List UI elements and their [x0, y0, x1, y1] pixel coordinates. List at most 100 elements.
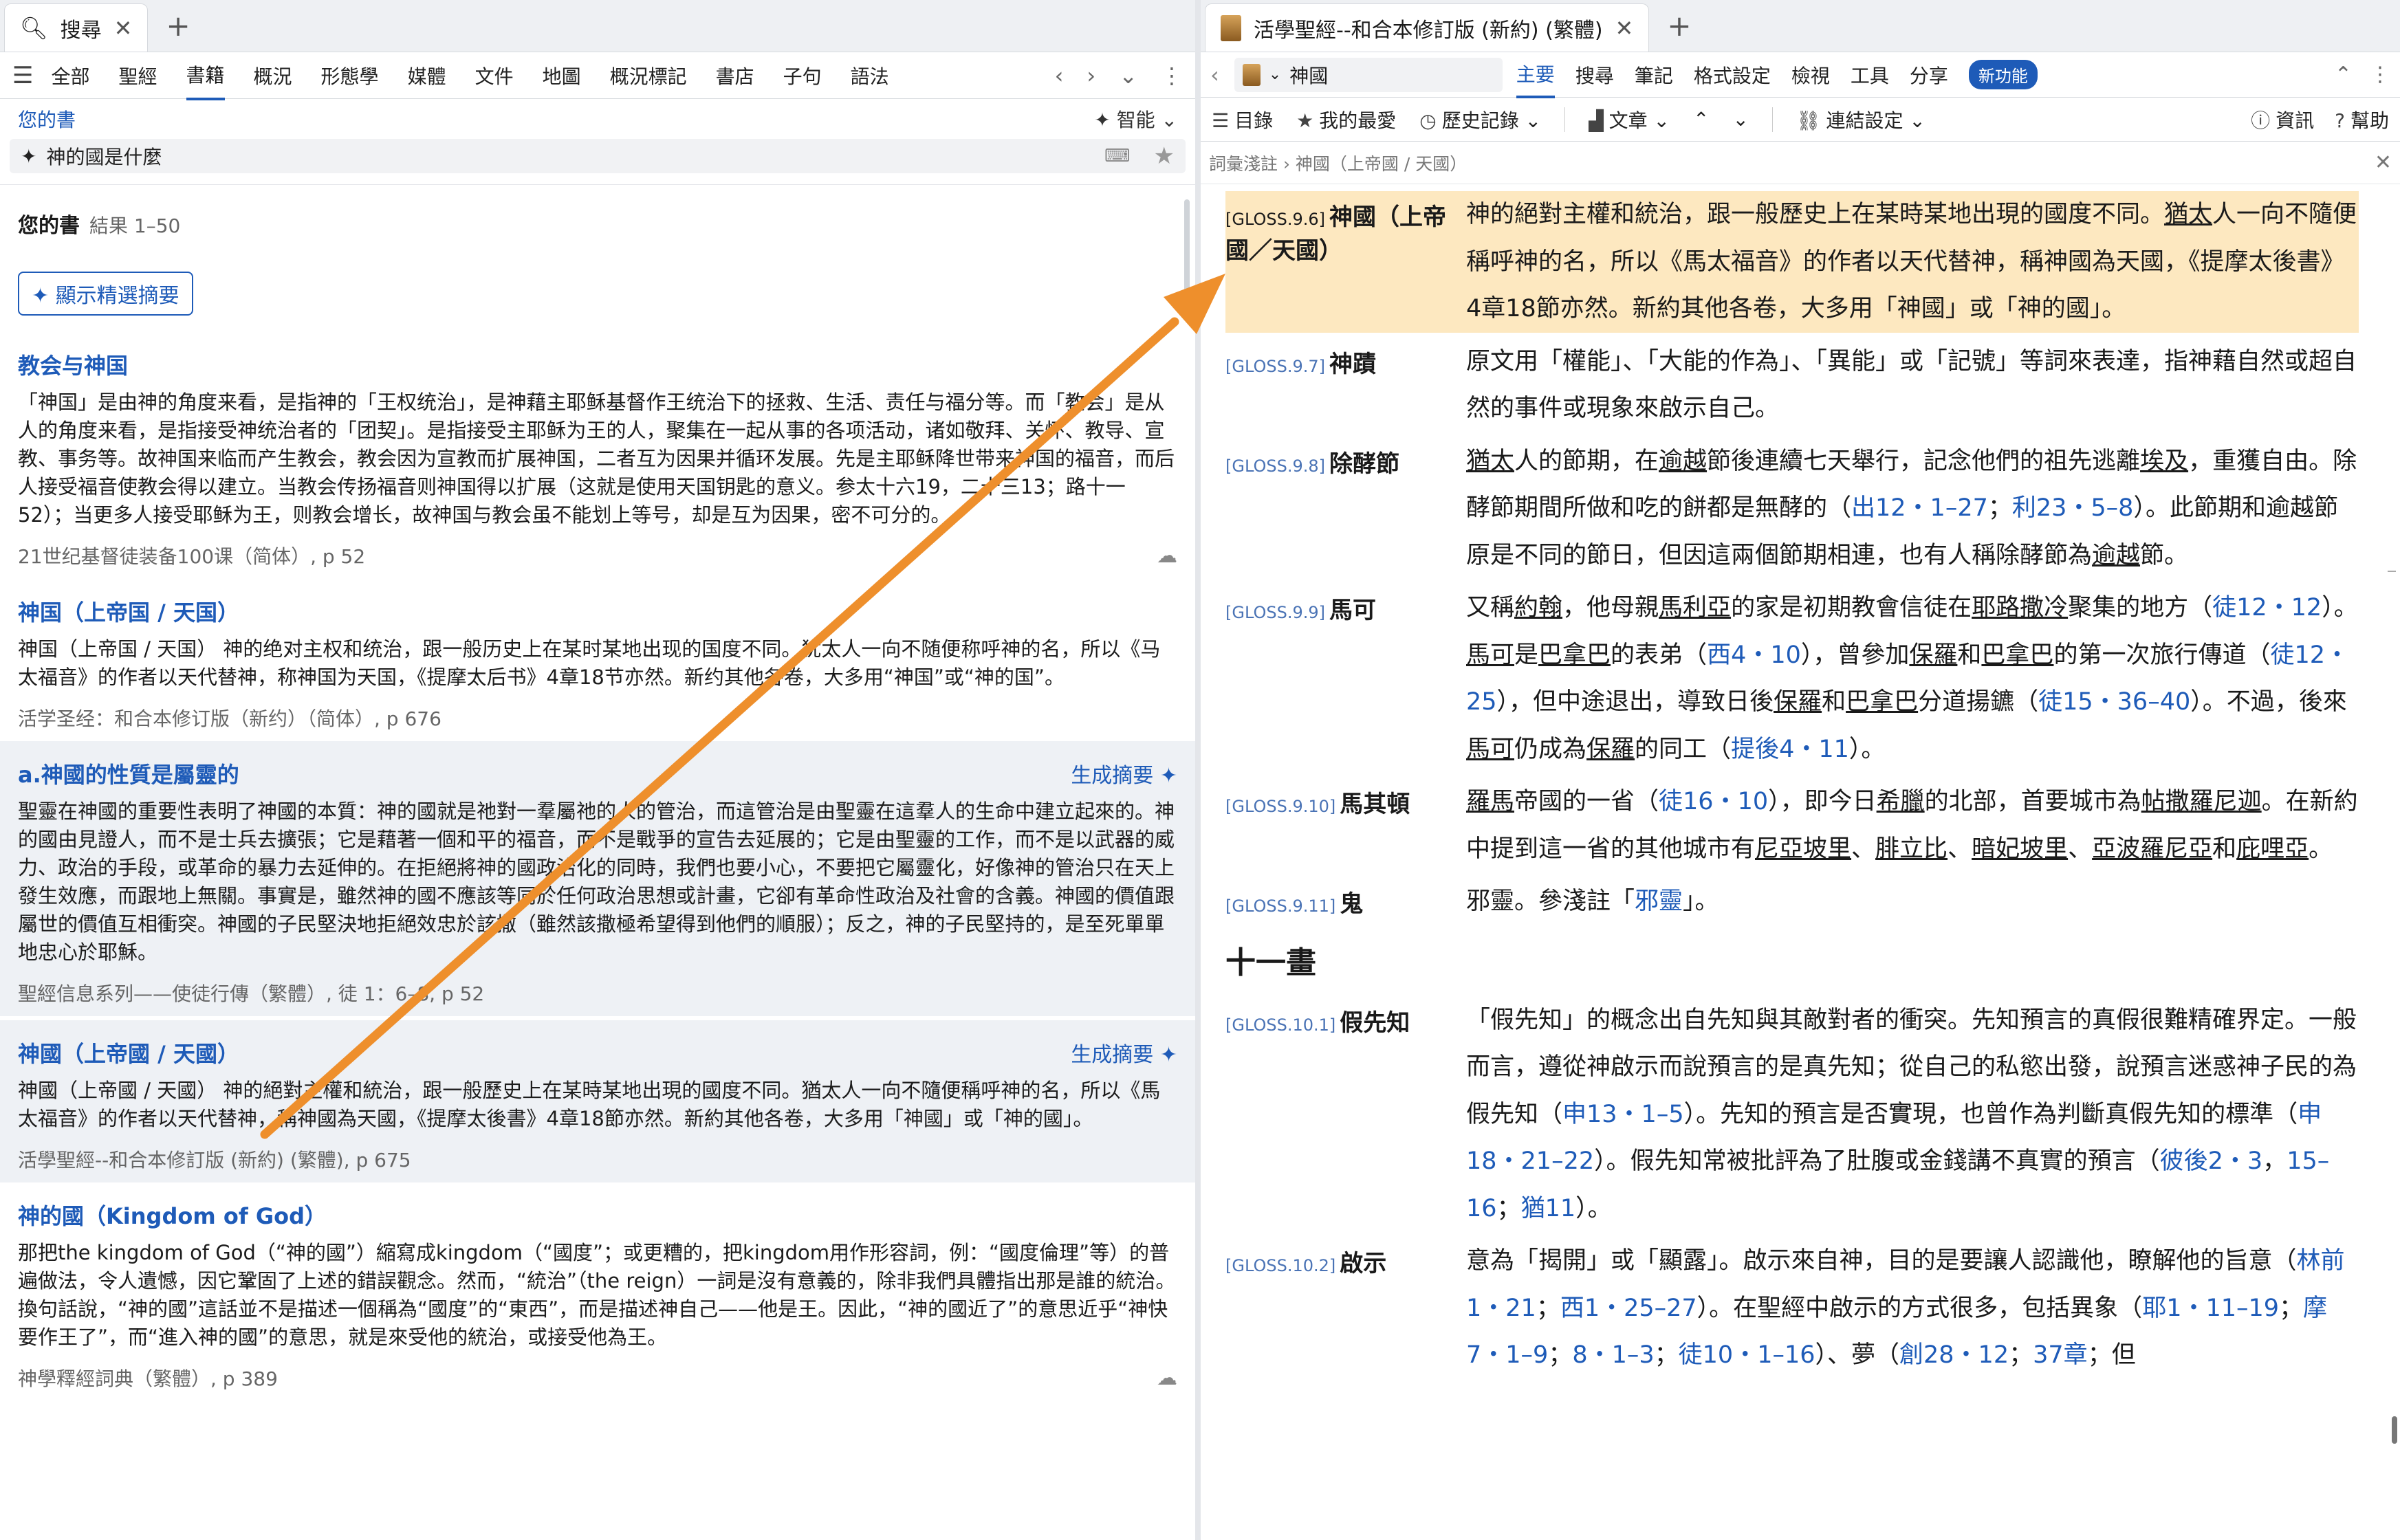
show-summary-label: 顯示精選摘要 — [55, 284, 179, 308]
entry-code[interactable]: [GLOSS.9.11] — [1225, 896, 1335, 916]
tab-search[interactable]: 搜尋 — [1575, 53, 1614, 97]
back-icon[interactable]: ‹ — [1210, 62, 1219, 88]
nav-bible[interactable]: 聖經 — [119, 52, 157, 99]
scrollbar[interactable] — [1184, 199, 1190, 309]
link-settings-button[interactable]: ⛓ 連結設定 ⌄ — [1796, 106, 1926, 133]
close-icon[interactable]: ✕ — [2375, 151, 2392, 175]
smart-search-toggle[interactable]: ✦ 智能 ⌄ — [1094, 105, 1177, 133]
help-label: 幫助 — [2350, 109, 2389, 132]
tab-book[interactable]: 活學聖經--和合本修訂版 (新約) (繁體) ✕ — [1205, 3, 1650, 52]
book-pane: 活學聖經--和合本修訂版 (新約) (繁體) ✕ + ‹ ⌄ 神國 主要 搜尋 … — [1201, 0, 2400, 1540]
chevron-down-icon[interactable]: ⌄ — [1732, 108, 1748, 131]
entry-heading: [GLOSS.9.7] 神蹟 — [1225, 338, 1466, 432]
tab-tools[interactable]: 工具 — [1851, 53, 1889, 97]
close-icon[interactable]: ✕ — [114, 15, 133, 41]
nav-overview[interactable]: 概況 — [254, 52, 292, 99]
result-source: 活学圣经：和合本修订版（新约）（简体）, p 676 — [18, 704, 1177, 732]
new-tab-icon[interactable]: + — [166, 9, 190, 43]
pane-divider[interactable] — [1195, 0, 1201, 1540]
close-icon[interactable]: ✕ — [1615, 15, 1634, 41]
search-result: 神国（上帝国 / 天国） 神国（上帝国 / 天国） 神的绝对主权和统治，跟一般历… — [0, 579, 1195, 741]
result-title[interactable]: 教会与神国 — [18, 349, 1177, 380]
result-title[interactable]: 神國（上帝國 / 天國） — [18, 1037, 239, 1068]
text-button[interactable]: ▟ 文章 ⌄ — [1589, 106, 1670, 133]
entry-code[interactable]: [GLOSS.9.6] — [1225, 210, 1325, 229]
entry-code[interactable]: [GLOSS.9.7] — [1225, 357, 1325, 376]
tab-view[interactable]: 檢視 — [1791, 53, 1830, 97]
tab-search[interactable]: 🔍︎ 搜尋 ✕ — [4, 3, 149, 52]
new-tab-icon[interactable]: + — [1667, 9, 1691, 43]
nav-store[interactable]: 書店 — [716, 52, 754, 99]
entry-text: 邪靈。參淺註「邪靈」。 — [1466, 888, 1719, 915]
nav-syntax[interactable]: 語法 — [851, 52, 889, 99]
left-tabbar: 🔍︎ 搜尋 ✕ + — [0, 0, 1195, 52]
nav-media[interactable]: 媒體 — [408, 52, 446, 99]
help-button[interactable]: ? 幫助 — [2335, 106, 2389, 133]
breadcrumb-text[interactable]: 詞彙淺註 › 神國（上帝國 / 天國） — [1209, 151, 1467, 175]
result-source-text[interactable]: 21世纪基督徒装备100课（简体）, p 52 — [18, 542, 365, 569]
chevron-down-icon[interactable]: ⌄ — [1269, 66, 1281, 83]
star-icon[interactable]: ★ — [1154, 142, 1175, 170]
entry-code[interactable]: [GLOSS.9.10] — [1225, 797, 1335, 816]
nav-books[interactable]: 書籍 — [186, 51, 225, 100]
result-source-text[interactable]: 神學釋經詞典（繁體）, p 389 — [18, 1364, 278, 1392]
entry-code[interactable]: [GLOSS.9.9] — [1225, 603, 1325, 622]
more-icon[interactable]: ⋮ — [2370, 63, 2390, 87]
nav-overview-tags[interactable]: 概況標記 — [610, 52, 687, 99]
show-summary-button[interactable]: ✦ 顯示精選摘要 — [18, 272, 193, 316]
chevron-down-icon[interactable]: ⌄ — [1119, 63, 1137, 89]
entry-code[interactable]: [GLOSS.10.1] — [1225, 1015, 1335, 1035]
entry-text: 又稱約翰，他母親馬利亞的家是初期教會信徒在耶路撒冷聚集的地方（徒12・12）。馬… — [1466, 594, 2358, 763]
your-books-link[interactable]: 您的書 — [18, 105, 76, 133]
keyboard-icon[interactable]: ⌨ — [1104, 146, 1131, 166]
search-result: a.神國的性質是屬靈的 生成摘要 ✦ 聖靈在神國的重要性表明了神國的本質：神的國就… — [0, 741, 1195, 1016]
chevron-right-icon[interactable]: › — [1087, 63, 1095, 89]
chevron-up-icon[interactable]: ⌃ — [1693, 108, 1709, 131]
book-subtoolbar: ☰ 目錄 ★ 我的最愛 ◷ 歷史記錄 ⌄ ▟ 文章 ⌄ ⌃ ⌄ ⛓ 連結設定 ⌄ ⓘ 資訊 … — [1201, 98, 2400, 142]
tab-main[interactable]: 主要 — [1516, 52, 1555, 98]
result-source-text[interactable]: 活学圣经：和合本修订版（新约）（简体）, p 676 — [18, 704, 441, 732]
nav-morphology[interactable]: 形態學 — [321, 52, 379, 99]
menu-icon[interactable]: ☰ — [12, 62, 33, 89]
contents-button[interactable]: ☰ 目錄 — [1212, 106, 1273, 133]
result-title[interactable]: 神的國（Kingdom of God） — [18, 1199, 1177, 1231]
new-feature-badge[interactable]: 新功能 — [1968, 60, 2038, 89]
chevron-up-circle-icon[interactable]: ⌃ — [2335, 63, 2352, 87]
history-label: 歷史記錄 — [1441, 109, 1519, 132]
more-icon[interactable]: ⋮ — [1161, 63, 1183, 89]
book-cover-icon — [1221, 14, 1241, 41]
nav-clause[interactable]: 子句 — [783, 52, 822, 99]
breadcrumb: 詞彙淺註 › 神國（上帝國 / 天國） ✕ — [1201, 142, 2400, 184]
result-title[interactable]: 神国（上帝国 / 天国） — [18, 595, 1177, 627]
nav-all[interactable]: 全部 — [51, 52, 89, 99]
chevron-left-icon[interactable]: ‹ — [1055, 63, 1064, 89]
result-source-text[interactable]: 聖經信息系列——使徒行傳（繁體）, 徒 1：6–8, p 52 — [18, 979, 484, 1006]
list-icon: ☰ — [1212, 109, 1230, 132]
nav-documents[interactable]: 文件 — [475, 52, 514, 99]
tab-share[interactable]: 分享 — [1910, 53, 1948, 97]
generate-summary-button[interactable]: 生成摘要 ✦ — [1071, 758, 1177, 789]
entry-code[interactable]: [GLOSS.10.2] — [1225, 1256, 1335, 1275]
tab-formatting[interactable]: 格式設定 — [1694, 53, 1771, 97]
reference-box[interactable]: ⌄ 神國 — [1234, 57, 1503, 92]
entry-code[interactable]: [GLOSS.9.8] — [1225, 456, 1325, 476]
scrollbar[interactable] — [2392, 1416, 2397, 1444]
tab-notes[interactable]: 筆記 — [1635, 53, 1673, 97]
info-label: 資訊 — [2276, 109, 2315, 132]
glossary-entry: [GLOSS.9.8] 除酵節 猶太人的節期，在逾越節後連續七天舉行，記念他們的祖… — [1225, 438, 2359, 580]
result-title[interactable]: a.神國的性質是屬靈的 — [18, 758, 239, 789]
contents-label: 目錄 — [1234, 109, 1274, 132]
generate-summary-button[interactable]: 生成摘要 ✦ — [1071, 1037, 1177, 1068]
right-tabbar: 活學聖經--和合本修訂版 (新約) (繁體) ✕ + — [1201, 0, 2400, 52]
glossary-entry: [GLOSS.9.6] 神國（上帝國／天國） 神的絕對主權和統治，跟一般歷史上在某… — [1225, 191, 2359, 333]
history-button[interactable]: ◷ 歷史記錄 ⌄ — [1419, 106, 1541, 133]
favorites-button[interactable]: ★ 我的最愛 — [1296, 106, 1396, 133]
entry-text: 「假先知」的概念出自先知與其敵對者的衝突。先知預言的真假很難精確界定。一般而言，… — [1466, 1006, 2357, 1222]
entry-term: 鬼 — [1340, 890, 1364, 918]
info-button[interactable]: ⓘ 資訊 — [2251, 106, 2314, 133]
result-source-text[interactable]: 活學聖經--和合本修訂版 (新約) (繁體), p 675 — [18, 1145, 411, 1173]
search-query-field[interactable]: ✦ 神的國是什麼 ⌨ ★ — [10, 139, 1186, 173]
nav-maps[interactable]: 地圖 — [543, 52, 581, 99]
reference-text: 神國 — [1289, 64, 1329, 87]
sparkle-icon: ✦ — [21, 144, 37, 168]
